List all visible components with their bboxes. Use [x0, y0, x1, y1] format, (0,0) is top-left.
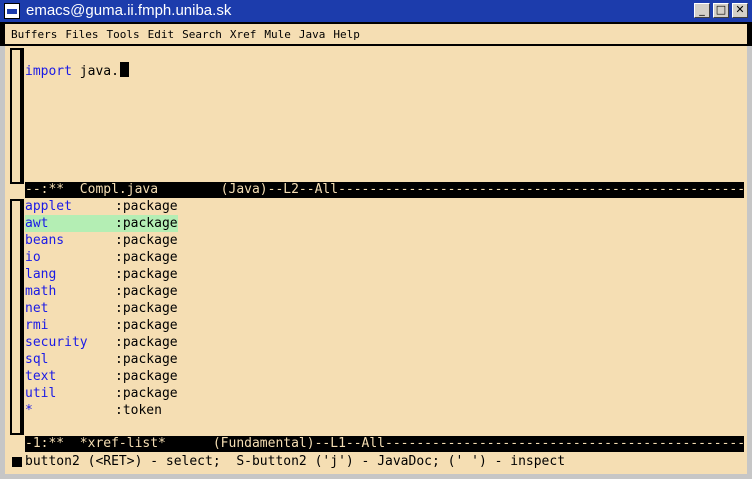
- xref-item[interactable]: *:token: [25, 402, 162, 419]
- xref-item[interactable]: rmi:package: [25, 317, 178, 334]
- editor-line[interactable]: import java.: [25, 62, 129, 79]
- scrollbar-thumb-top[interactable]: [12, 50, 20, 182]
- minibuffer-marker: [12, 457, 22, 467]
- minimize-button[interactable]: _: [694, 3, 710, 18]
- menu-java[interactable]: Java: [299, 28, 326, 41]
- maximize-button[interactable]: □: [713, 3, 729, 18]
- keyword-import: import: [25, 64, 72, 79]
- xref-item[interactable]: text:package: [25, 368, 178, 385]
- modeline-bottom[interactable]: -1:** *xref-list* (Fundamental)--L1--All…: [25, 436, 744, 452]
- menu-tools[interactable]: Tools: [106, 28, 139, 41]
- xref-item-selected[interactable]: awt:package: [25, 215, 178, 232]
- menu-search[interactable]: Search: [182, 28, 222, 41]
- menu-edit[interactable]: Edit: [148, 28, 175, 41]
- menu-buffers[interactable]: Buffers: [11, 28, 57, 41]
- text-cursor: [119, 62, 129, 77]
- menu-bar: Buffers Files Tools Edit Search Xref Mul…: [0, 22, 752, 46]
- title-bar[interactable]: emacs@guma.ii.fmph.uniba.sk _ □ ✕: [0, 0, 752, 22]
- xref-item[interactable]: beans:package: [25, 232, 178, 249]
- menu-files[interactable]: Files: [65, 28, 98, 41]
- window-menu-icon[interactable]: [4, 3, 20, 19]
- xref-item[interactable]: util:package: [25, 385, 178, 402]
- scrollbar-thumb-bottom[interactable]: [12, 201, 20, 433]
- xref-item[interactable]: lang:package: [25, 266, 178, 283]
- window-title: emacs@guma.ii.fmph.uniba.sk: [26, 2, 232, 19]
- xref-item[interactable]: sql:package: [25, 351, 178, 368]
- scrollbar-bottom[interactable]: [10, 199, 24, 435]
- menu-mule[interactable]: Mule: [264, 28, 291, 41]
- echo-area[interactable]: button2 (<RET>) - select; S-button2 ('j'…: [25, 453, 565, 471]
- xref-item[interactable]: math:package: [25, 283, 178, 300]
- modeline-top[interactable]: --:** Compl.java (Java)--L2--All--------…: [25, 182, 744, 198]
- menu-xref[interactable]: Xref: [230, 28, 257, 41]
- editor-text: java.: [71, 64, 119, 79]
- close-button[interactable]: ✕: [732, 3, 748, 18]
- xref-item[interactable]: io:package: [25, 249, 178, 266]
- scrollbar-top[interactable]: [10, 48, 24, 184]
- xref-item[interactable]: security:package: [25, 334, 178, 351]
- emacs-frame: import java. --:** Compl.java (Java)--L2…: [5, 46, 747, 474]
- menu-help[interactable]: Help: [333, 28, 360, 41]
- xref-item[interactable]: applet:package: [25, 198, 178, 215]
- menu-bar-inner: Buffers Files Tools Edit Search Xref Mul…: [5, 24, 747, 44]
- xref-item[interactable]: net:package: [25, 300, 178, 317]
